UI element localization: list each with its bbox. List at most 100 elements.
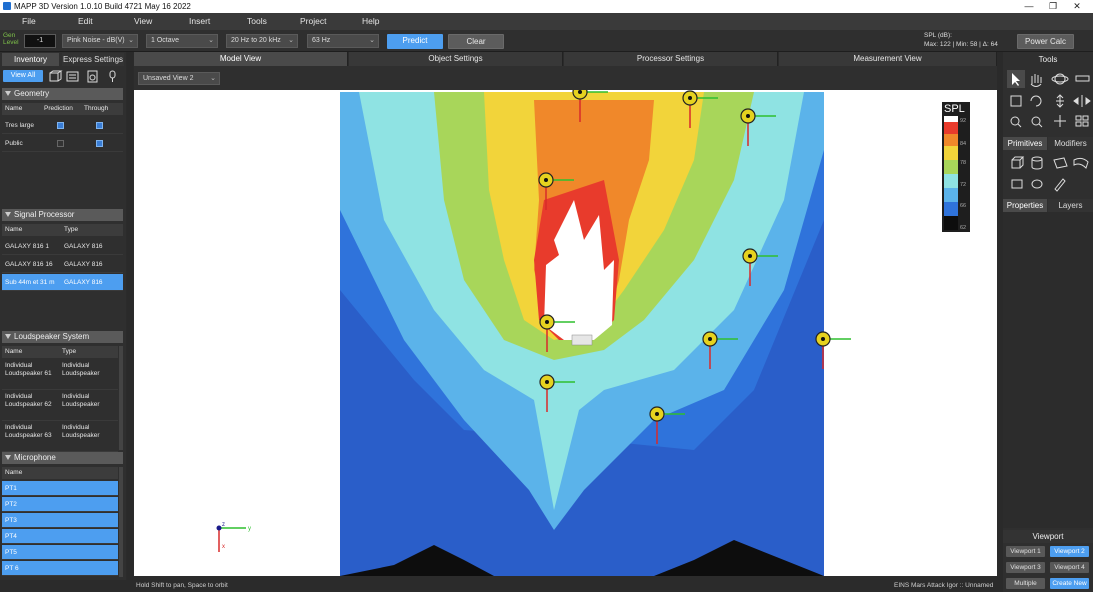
loudspeaker-scrollbar[interactable]	[119, 346, 123, 450]
table-row[interactable]: Tres large	[2, 117, 123, 134]
move-icon[interactable]	[1054, 115, 1066, 127]
tab-properties[interactable]: Properties	[1003, 199, 1047, 212]
power-calc-button[interactable]: Power Calc	[1017, 34, 1074, 49]
viewport-3-button[interactable]: Viewport 3	[1006, 562, 1045, 573]
chevron-down-icon: ⌄	[210, 75, 216, 82]
viewport-4-button[interactable]: Viewport 4	[1050, 562, 1089, 573]
rectangle-icon[interactable]	[1011, 179, 1023, 189]
tab-inventory[interactable]: Inventory	[2, 53, 59, 66]
menu-insert[interactable]: Insert	[189, 16, 210, 26]
processor-icon[interactable]	[66, 71, 79, 82]
loudspeaker-section-header[interactable]: Loudspeaker System	[2, 331, 123, 343]
orbit-icon[interactable]	[1051, 73, 1069, 85]
tab-model-view[interactable]: Model View	[134, 52, 348, 66]
menu-edit[interactable]: Edit	[78, 16, 93, 26]
axis-x-label: x	[222, 544, 225, 550]
col-type: Type	[64, 226, 79, 233]
gen-level-input[interactable]: -1	[24, 34, 56, 48]
clear-button[interactable]: Clear	[448, 34, 504, 49]
frequency-select[interactable]: 63 Hz ⌄	[307, 34, 379, 48]
tab-processor-settings[interactable]: Processor Settings	[564, 52, 778, 66]
table-row[interactable]: GALAXY 816 16 GALAXY 816	[2, 256, 123, 273]
list-item[interactable]: PT4	[2, 529, 118, 544]
menu-project[interactable]: Project	[300, 16, 326, 26]
list-item[interactable]: PT5	[2, 545, 118, 560]
viewport-1-button[interactable]: Viewport 1	[1006, 546, 1045, 557]
table-row[interactable]: Individual Loudspeaker 61 Individual Lou…	[2, 360, 118, 390]
surface-icon[interactable]	[1053, 157, 1068, 169]
list-item[interactable]: PT1	[2, 481, 118, 496]
cylinder-icon[interactable]	[1031, 156, 1043, 170]
menu-help[interactable]: Help	[362, 16, 379, 26]
mirror-icon[interactable]	[1073, 95, 1091, 107]
loudspeaker-name-2: Loudspeaker 63	[5, 432, 52, 439]
menu-tools[interactable]: Tools	[247, 16, 267, 26]
array-icon[interactable]	[1075, 115, 1089, 127]
rotate-icon[interactable]	[1030, 95, 1042, 107]
multiple-button[interactable]: Multiple	[1006, 578, 1045, 589]
range-select[interactable]: 20 Hz to 20 kHz ⌄	[226, 34, 298, 48]
move-vertical-icon[interactable]	[1056, 94, 1064, 108]
menu-view[interactable]: View	[134, 16, 152, 26]
cube-icon[interactable]	[1011, 156, 1025, 169]
loudspeaker-icon[interactable]	[87, 70, 98, 83]
pencil-icon[interactable]	[1054, 178, 1066, 192]
speaker-array[interactable]	[571, 334, 593, 346]
restore-button[interactable]: ❐	[1040, 0, 1066, 13]
processor-name: Sub 44m et 31 m	[5, 279, 55, 286]
table-row[interactable]: Individual Loudspeaker 62 Individual Lou…	[2, 391, 118, 421]
octave-select[interactable]: 1 Octave ⌄	[146, 34, 218, 48]
status-project: EINS Mars Attack Igor :: Unnamed	[894, 582, 994, 589]
signal-processor-section-header[interactable]: Signal Processor	[2, 209, 123, 221]
prediction-checkbox[interactable]	[57, 122, 64, 129]
curved-surface-icon[interactable]	[1073, 157, 1089, 169]
pan-hand-icon[interactable]	[1030, 74, 1042, 87]
through-checkbox[interactable]	[96, 140, 103, 147]
minimize-button[interactable]: —	[1016, 0, 1042, 13]
inventory-panel: Inventory Express Settings View All Geom…	[0, 52, 126, 580]
view-select-value: Unsaved View 2	[143, 75, 194, 82]
measure-icon[interactable]	[1075, 75, 1090, 82]
viewport-2-button[interactable]: Viewport 2	[1050, 546, 1089, 557]
zoom-in-icon[interactable]	[1010, 116, 1022, 128]
tab-measurement-view[interactable]: Measurement View	[779, 52, 997, 66]
spl-map[interactable]: y z x SPL 92 84 78 72 66 62	[134, 90, 997, 576]
left-splitter[interactable]	[127, 52, 133, 580]
view-select[interactable]: Unsaved View 2 ⌄	[138, 72, 220, 85]
geometry-section-header[interactable]: Geometry	[2, 88, 123, 100]
model-viewport[interactable]: y z x SPL 92 84 78 72 66 62	[134, 90, 997, 576]
ellipse-icon[interactable]	[1031, 179, 1043, 189]
tab-object-settings[interactable]: Object Settings	[349, 52, 563, 66]
microphone-section-header[interactable]: Microphone	[2, 452, 123, 464]
loudspeaker-type-2: Loudspeaker	[62, 370, 100, 377]
predict-button[interactable]: Predict	[387, 34, 443, 49]
microphone-name: PT3	[5, 517, 17, 524]
view-all-button[interactable]: View All	[3, 70, 43, 82]
frame-icon[interactable]	[1010, 95, 1022, 107]
viewport-title: Viewport	[1003, 530, 1093, 543]
tab-express-settings[interactable]: Express Settings	[62, 53, 124, 66]
table-row-selected[interactable]: Sub 44m et 31 m GALAXY 816	[2, 274, 123, 291]
create-new-button[interactable]: Create New	[1050, 578, 1089, 589]
close-button[interactable]: ✕	[1064, 0, 1090, 13]
menu-file[interactable]: File	[22, 16, 36, 26]
through-checkbox[interactable]	[96, 122, 103, 129]
list-item[interactable]: PT3	[2, 513, 118, 528]
table-row[interactable]: Public	[2, 135, 123, 152]
col-prediction: Prediction	[44, 105, 73, 112]
prediction-checkbox[interactable]	[57, 140, 64, 147]
list-item[interactable]: PT 6	[2, 561, 118, 576]
microphone-icon[interactable]	[109, 70, 116, 82]
table-row[interactable]: GALAXY 816 1 GALAXY 816	[2, 238, 123, 255]
geometry-icon[interactable]	[49, 70, 63, 82]
tab-modifiers[interactable]: Modifiers	[1048, 137, 1093, 150]
tab-primitives[interactable]: Primitives	[1003, 137, 1047, 150]
microphone-scrollbar[interactable]	[119, 467, 123, 577]
signal-select[interactable]: Pink Noise - dB(V) ⌄	[62, 34, 138, 48]
col-name: Name	[5, 226, 23, 233]
zoom-out-icon[interactable]	[1031, 116, 1043, 128]
loudspeaker-type-1: Individual	[62, 424, 90, 431]
list-item[interactable]: PT2	[2, 497, 118, 512]
tab-layers[interactable]: Layers	[1048, 199, 1093, 212]
table-row[interactable]: Individual Loudspeaker 63 Individual Lou…	[2, 422, 118, 452]
